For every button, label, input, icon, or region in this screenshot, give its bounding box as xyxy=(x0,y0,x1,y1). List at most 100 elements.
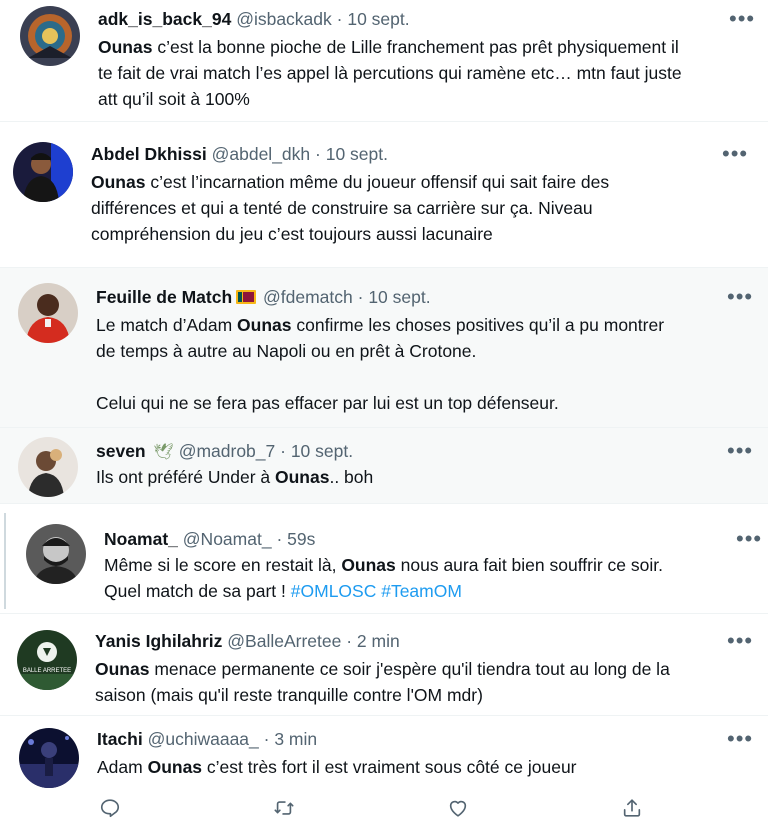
like-button[interactable] xyxy=(442,792,474,824)
tweet-text-line: Celui qui ne se fera pas effacer par lui… xyxy=(96,390,664,416)
display-name[interactable]: adk_is_back_94 xyxy=(98,9,231,29)
keyword-highlight: Ounas xyxy=(95,659,150,679)
tweet-text-line: Quel match de sa part ! #OMLOSC #TeamOM xyxy=(104,578,663,604)
timestamp[interactable]: 2 min xyxy=(357,631,400,651)
tweet-text-line: te fait de vrai match l’es appel là perc… xyxy=(98,60,682,86)
share-icon xyxy=(623,799,641,817)
avatar[interactable] xyxy=(20,6,80,66)
more-options-icon[interactable]: ••• xyxy=(729,8,755,30)
retweet-button[interactable] xyxy=(268,792,300,824)
tweet-text: Adam Ounas c’est très fort il est vraime… xyxy=(97,754,577,780)
timestamp[interactable]: 59s xyxy=(287,529,315,549)
reply-icon xyxy=(100,799,120,818)
display-name[interactable]: Noamat_ xyxy=(104,529,178,549)
avatar[interactable]: BALLE ARRETEE xyxy=(17,630,77,690)
tweet[interactable]: adk_is_back_94 @isbackadk · 10 sept. •••… xyxy=(0,0,768,122)
separator: · xyxy=(271,529,288,549)
display-name[interactable]: seven xyxy=(96,441,146,461)
handle[interactable]: @madrob_7 xyxy=(179,441,276,461)
share-button[interactable] xyxy=(616,792,648,824)
tweet-text-line: compréhension du jeu c’est toujours auss… xyxy=(91,221,609,247)
tweet-text-line: Ounas menace permanente ce soir j'espère… xyxy=(95,656,670,682)
avatar[interactable] xyxy=(13,142,73,202)
more-options-icon[interactable]: ••• xyxy=(727,630,753,652)
avatar[interactable] xyxy=(19,728,79,788)
text-run: Même si le score en restait là, xyxy=(104,555,342,575)
display-name[interactable]: Abdel Dkhissi xyxy=(91,144,207,164)
tweet-header: adk_is_back_94 @isbackadk · 10 sept. xyxy=(98,8,410,30)
tweet-text-line: att qu’il soit à 100% xyxy=(98,86,682,112)
tweet-text-line: Même si le score en restait là, Ounas no… xyxy=(104,552,663,578)
more-options-icon[interactable]: ••• xyxy=(736,528,762,550)
timestamp[interactable]: 10 sept. xyxy=(326,144,388,164)
tweet[interactable]: seven 🕊 @madrob_7 · 10 sept. ••• Ils ont… xyxy=(0,428,768,504)
tweet[interactable]: Feuille de Match @fdematch · 10 sept. ••… xyxy=(0,268,768,428)
text-run: menace permanente ce soir j'espère qu'il… xyxy=(149,659,670,679)
timestamp[interactable]: 10 sept. xyxy=(291,441,353,461)
text-run: .. boh xyxy=(329,467,374,487)
keyword-highlight: Ounas xyxy=(91,172,146,192)
text-run: Ils ont préféré Under à xyxy=(96,467,275,487)
keyword-highlight: Ounas xyxy=(147,757,203,777)
separator: · xyxy=(310,144,326,164)
tweet-text: Même si le score en restait là, Ounas no… xyxy=(104,552,663,604)
display-name[interactable]: Itachi xyxy=(97,729,143,749)
text-run: c’est la bonne pioche de Lille francheme… xyxy=(152,37,679,57)
tweet[interactable]: BALLE ARRETEE Yanis Ighilahriz @BalleArr… xyxy=(0,614,768,716)
tweet-text-line: de temps à autre au Napoli ou en prêt à … xyxy=(96,338,664,364)
tweet-header: Feuille de Match @fdematch · 10 sept. xyxy=(96,286,431,308)
text-run: Celui qui ne se fera pas effacer par lui… xyxy=(96,393,559,413)
tweet-text-line: Ils ont préféré Under à Ounas.. boh xyxy=(96,464,373,490)
tweet[interactable]: Abdel Dkhissi @abdel_dkh · 10 sept. ••• … xyxy=(0,122,768,268)
tweet-text-line: Adam Ounas c’est très fort il est vraime… xyxy=(97,754,577,780)
tweet-text: Ounas c’est la bonne pioche de Lille fra… xyxy=(98,34,682,112)
timestamp[interactable]: 10 sept. xyxy=(368,287,430,307)
text-run: att qu’il soit à 100% xyxy=(98,89,250,109)
display-name[interactable]: Feuille de Match xyxy=(96,287,232,307)
avatar[interactable] xyxy=(26,524,86,584)
handle[interactable]: @isbackadk xyxy=(236,9,332,29)
tweet-text: Ils ont préféré Under à Ounas.. boh xyxy=(96,464,373,490)
separator: · xyxy=(352,287,369,307)
like-icon xyxy=(449,800,467,817)
more-options-icon[interactable]: ••• xyxy=(727,728,753,750)
separator: · xyxy=(341,631,357,651)
timestamp[interactable]: 10 sept. xyxy=(347,9,409,29)
keyword-highlight: Ounas xyxy=(274,467,330,487)
avatar-text: BALLE ARRETEE xyxy=(23,668,71,674)
text-run: de temps à autre au Napoli ou en prêt à … xyxy=(96,341,477,361)
hashtag-link[interactable]: #OMLOSC #TeamOM xyxy=(291,581,462,601)
display-name[interactable]: Yanis Ighilahriz xyxy=(95,631,222,651)
tweet-text: Ounas menace permanente ce soir j'espère… xyxy=(95,656,670,708)
handle[interactable]: @Noamat_ xyxy=(183,529,272,549)
tweet-text-line: Le match d’Adam Ounas confirme les chose… xyxy=(96,312,664,338)
tweet-header: Noamat_ @Noamat_ · 59s xyxy=(104,528,315,550)
keyword-highlight: Ounas xyxy=(341,555,396,575)
text-run: compréhension du jeu c’est toujours auss… xyxy=(91,224,493,244)
reply-button[interactable] xyxy=(94,792,126,824)
tweet-header: Abdel Dkhissi @abdel_dkh · 10 sept. xyxy=(91,143,388,165)
handle[interactable]: @fdematch xyxy=(263,287,353,307)
tweet-actions xyxy=(0,792,768,824)
handle[interactable]: @uchiwaaaa_ xyxy=(148,729,259,749)
avatar[interactable] xyxy=(18,283,78,343)
handle[interactable]: @BalleArretee xyxy=(227,631,341,651)
retweet-icon xyxy=(274,801,294,815)
tweet-text: Ounas c’est l’incarnation même du joueur… xyxy=(91,169,609,247)
more-options-icon[interactable]: ••• xyxy=(722,143,748,165)
tweet-header: Yanis Ighilahriz @BalleArretee · 2 min xyxy=(95,630,400,652)
handle[interactable]: @abdel_dkh xyxy=(212,144,311,164)
tweet[interactable]: Noamat_ @Noamat_ · 59s ••• Même si le sc… xyxy=(0,504,768,614)
more-options-icon[interactable]: ••• xyxy=(727,440,753,462)
separator: · xyxy=(275,441,291,461)
more-options-icon[interactable]: ••• xyxy=(727,286,753,308)
sri-lanka-flag-icon xyxy=(236,290,257,304)
avatar[interactable] xyxy=(18,437,78,497)
tweet-text: Le match d’Adam Ounas confirme les chose… xyxy=(96,312,664,416)
tweet-header: seven 🕊 @madrob_7 · 10 sept. xyxy=(96,440,353,464)
keyword-highlight: Ounas xyxy=(237,315,292,335)
tweet-text-line: Ounas c’est l’incarnation même du joueur… xyxy=(91,169,609,195)
text-run: nous aura fait bien souffrir ce soir. xyxy=(395,555,663,575)
tweet-text-line xyxy=(96,364,664,390)
timestamp[interactable]: 3 min xyxy=(274,729,317,749)
